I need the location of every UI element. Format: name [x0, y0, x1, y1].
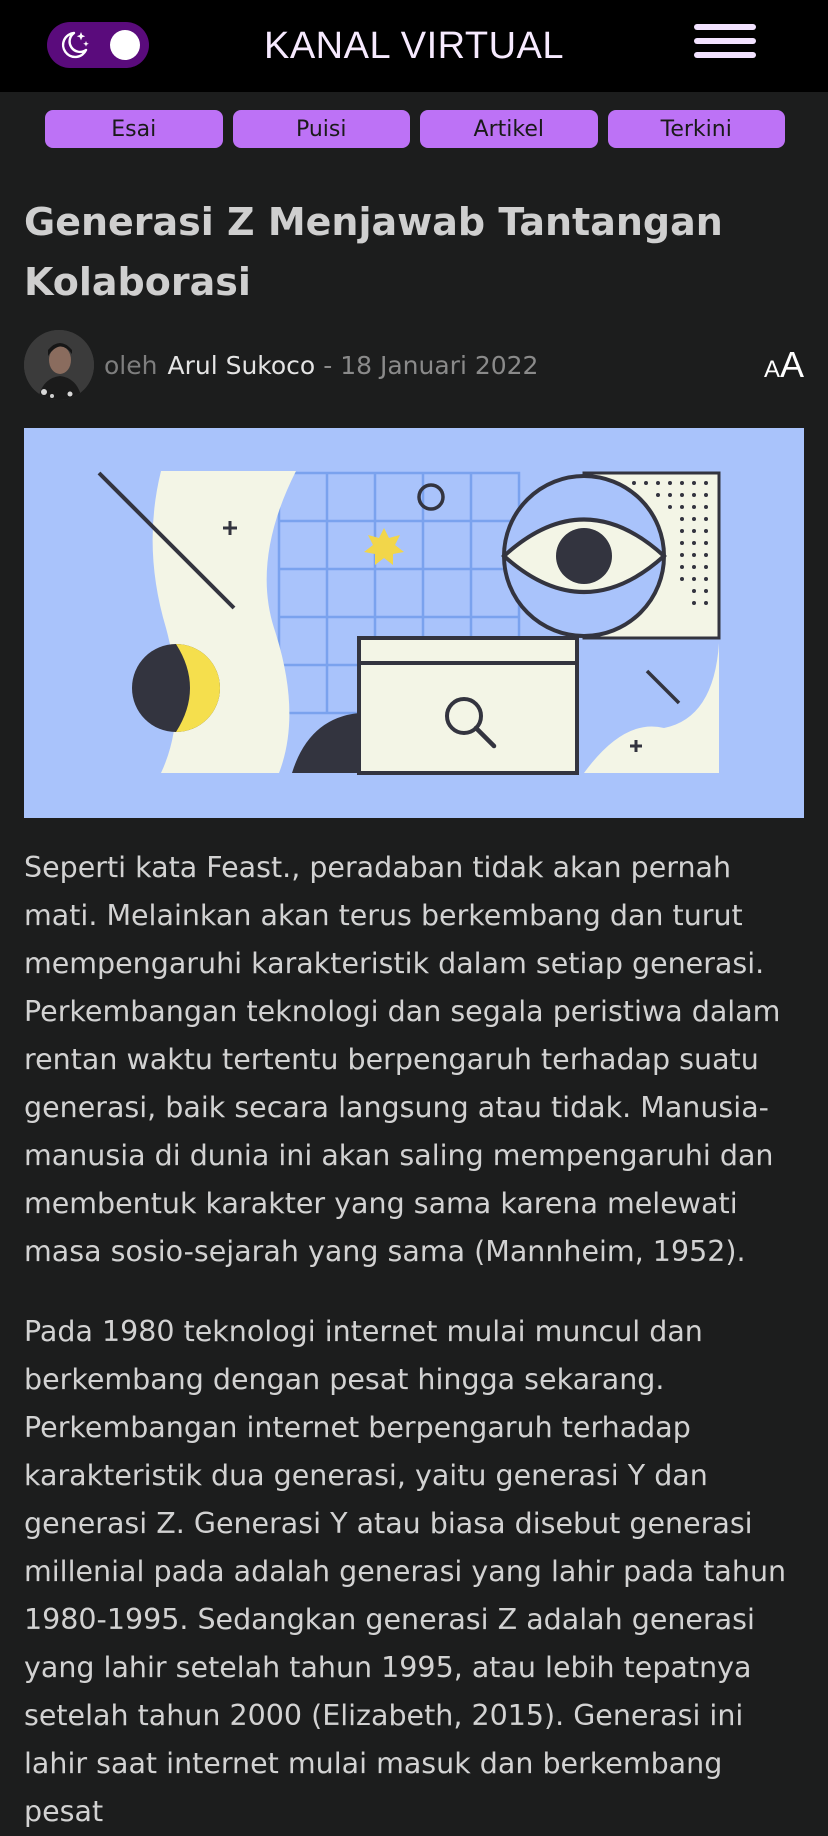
category-esai[interactable]: Esai — [45, 110, 223, 148]
article-body: Seperti kata Feast., peradaban tidak aka… — [24, 844, 804, 1836]
toggle-knob — [110, 30, 140, 60]
dark-mode-toggle[interactable] — [47, 22, 149, 68]
article-meta: oleh Arul Sukoco - 18 Januari 2022 AA — [24, 330, 804, 400]
by-label: oleh — [104, 350, 158, 380]
article-paragraph: Seperti kata Feast., peradaban tidak aka… — [24, 851, 781, 1268]
font-size-large-icon: A — [779, 344, 804, 385]
moon-stars-icon — [61, 31, 89, 59]
article-title: Generasi Z Menjawab Tantangan Kolaborasi — [24, 200, 723, 304]
top-bar: KANAL VIRTUAL — [0, 0, 828, 92]
publish-date: - 18 Januari 2022 — [323, 350, 539, 380]
font-size-small-icon: A — [763, 356, 780, 383]
category-terkini[interactable]: Terkini — [607, 110, 785, 148]
category-puisi[interactable]: Puisi — [232, 110, 410, 148]
article-paragraph: Pada 1980 teknologi internet mulai muncu… — [24, 1315, 787, 1828]
author-name[interactable]: Arul Sukoco — [167, 351, 315, 380]
category-nav: Esai Puisi Artikel Terkini — [0, 92, 828, 148]
font-size-button[interactable]: AA — [764, 344, 804, 386]
avatar-image — [24, 330, 94, 400]
hamburger-menu-icon[interactable] — [694, 24, 756, 68]
category-artikel[interactable]: Artikel — [420, 110, 598, 148]
site-title[interactable]: KANAL VIRTUAL — [264, 25, 564, 68]
author-avatar[interactable] — [24, 330, 94, 400]
hero-illustration — [24, 428, 804, 818]
